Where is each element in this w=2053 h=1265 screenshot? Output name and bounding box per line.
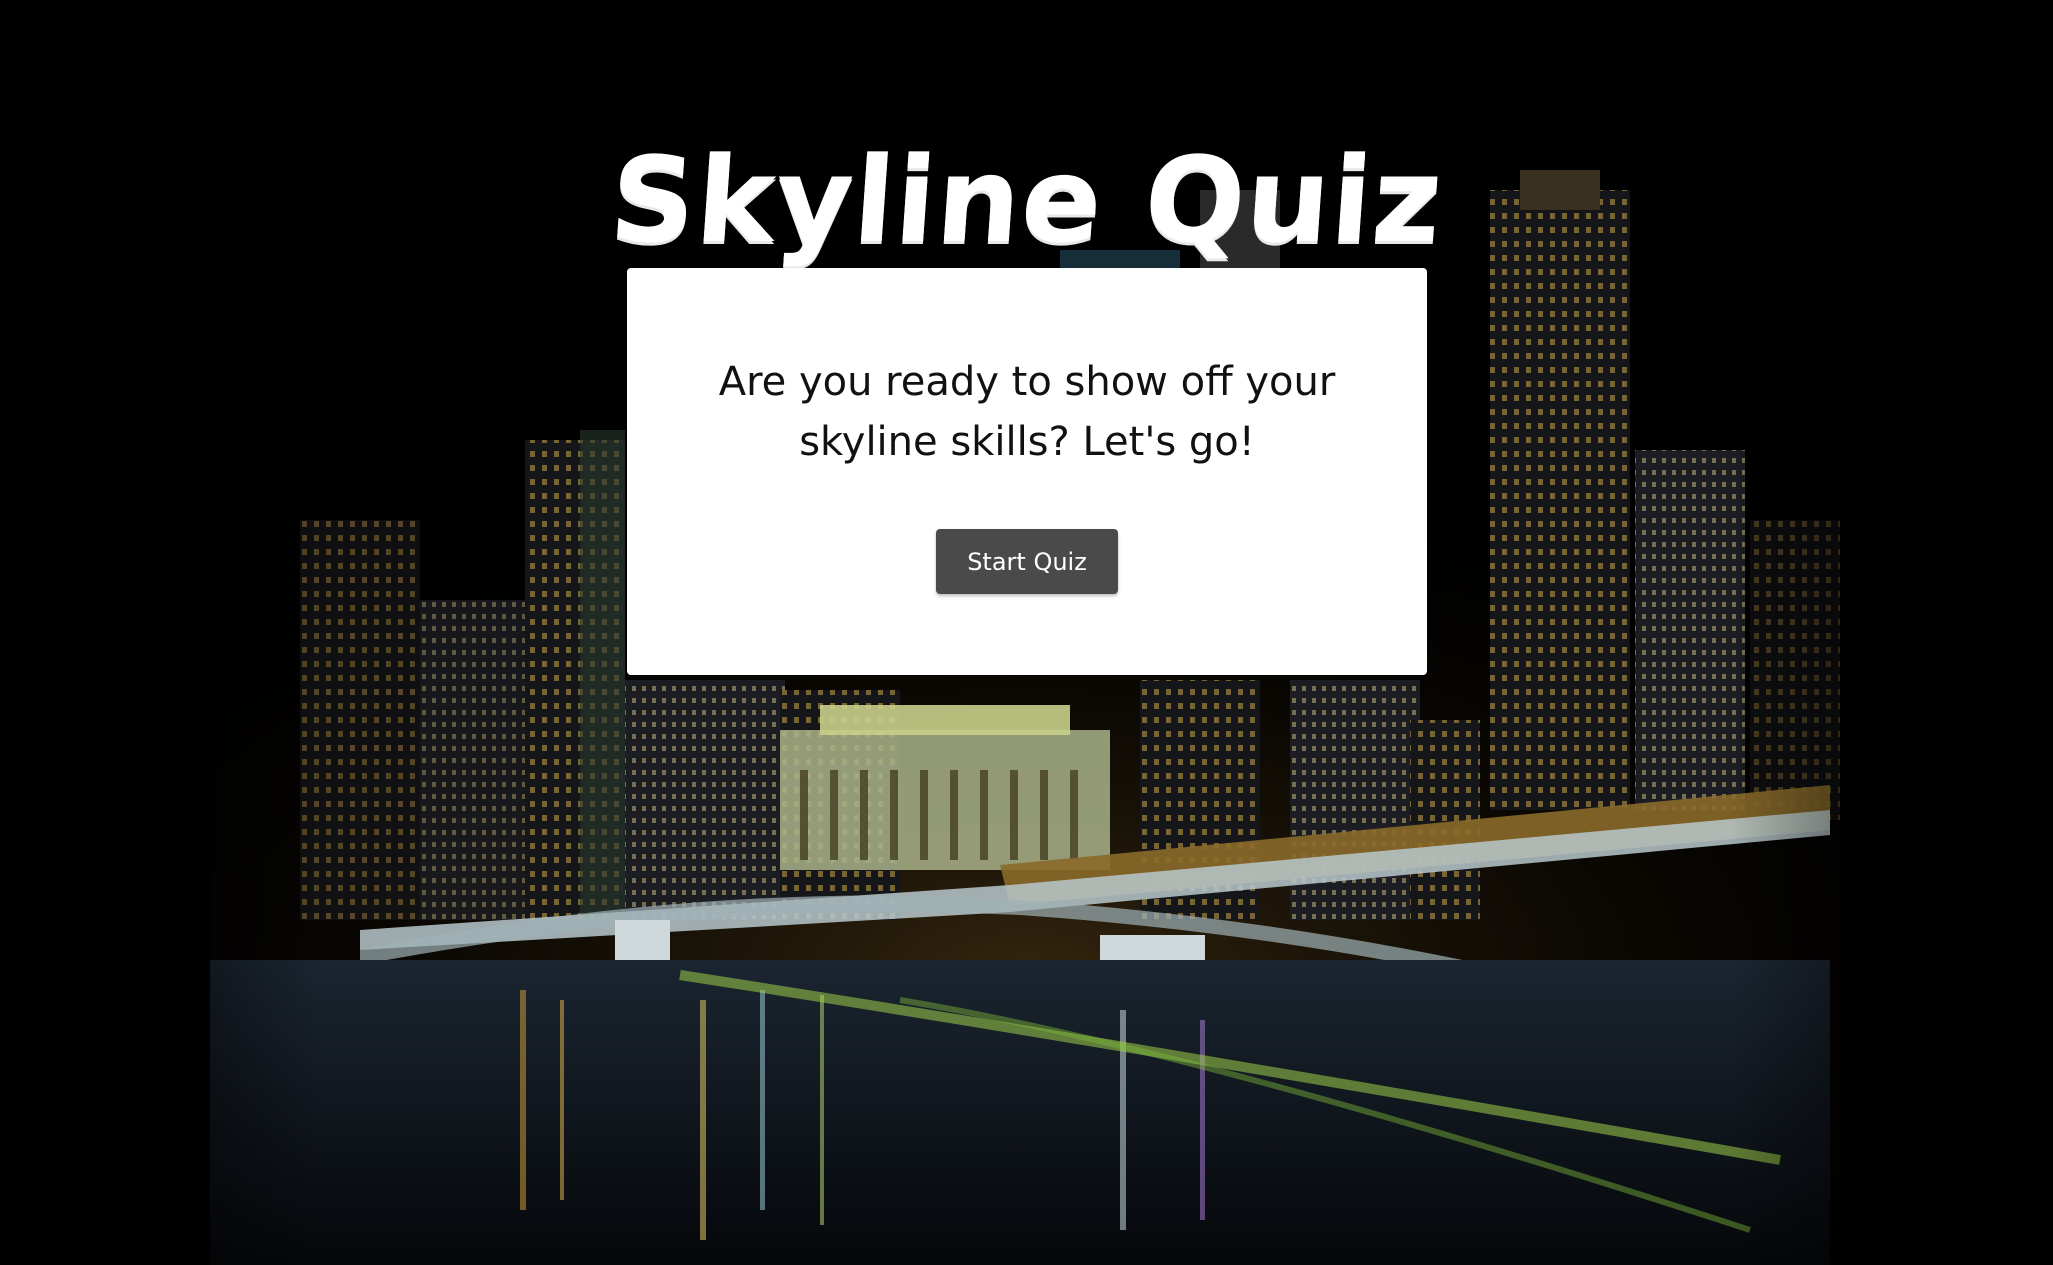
quiz-start-page: Skyline Quiz Are you ready to show off y…	[0, 0, 2053, 1265]
intro-card: Are you ready to show off your skyline s…	[627, 268, 1427, 675]
start-quiz-button[interactable]: Start Quiz	[936, 529, 1118, 594]
page-title: Skyline Quiz	[605, 131, 1448, 270]
intro-prompt: Are you ready to show off your skyline s…	[718, 359, 1336, 465]
